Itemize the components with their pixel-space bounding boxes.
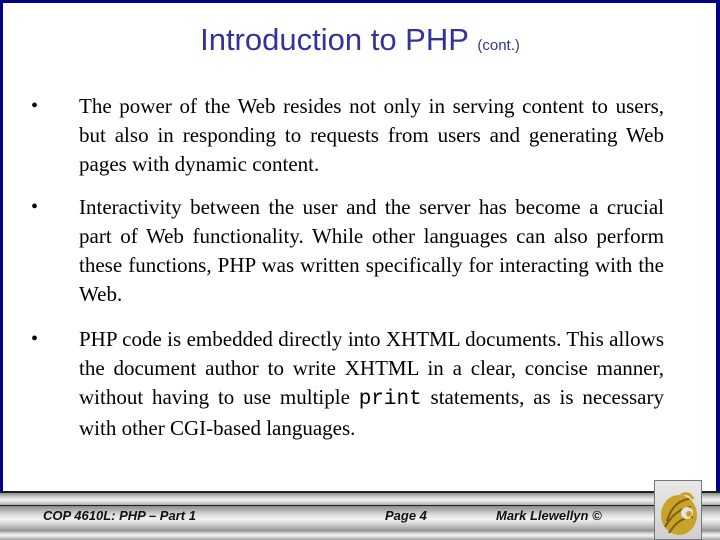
slide-title-suffix: (cont.)	[477, 37, 520, 54]
footer-course: COP 4610L: PHP – Part 1	[43, 508, 196, 523]
footer-author: Mark Llewellyn ©	[496, 508, 602, 523]
slide-border-right	[716, 0, 720, 492]
bullet-marker: •	[31, 95, 39, 117]
slide-border-top	[0, 0, 720, 3]
bullet-marker: •	[31, 196, 39, 218]
slide-border-left	[0, 0, 3, 492]
footer-strip-bottom	[0, 530, 720, 540]
logo-box	[654, 480, 702, 540]
bullet-marker: •	[31, 328, 39, 350]
bullet-text: The power of the Web resides not only in…	[79, 94, 664, 176]
slide: Introduction to PHP (cont.) • The power …	[0, 0, 720, 540]
footer-strip-top	[0, 491, 720, 506]
slide-title: Introduction to PHP (cont.)	[0, 22, 720, 58]
bullet-text: Interactivity between the user and the s…	[79, 195, 664, 306]
bullet-text: PHP code is embedded directly into XHTML…	[79, 325, 664, 443]
slide-title-main: Introduction to PHP	[200, 22, 469, 57]
code-keyword-print: print	[358, 388, 422, 411]
footer-page-number: Page 4	[385, 508, 427, 523]
footer-bar: COP 4610L: PHP – Part 1 Page 4 Mark Llew…	[0, 491, 720, 540]
pegasus-logo-icon	[661, 492, 697, 535]
